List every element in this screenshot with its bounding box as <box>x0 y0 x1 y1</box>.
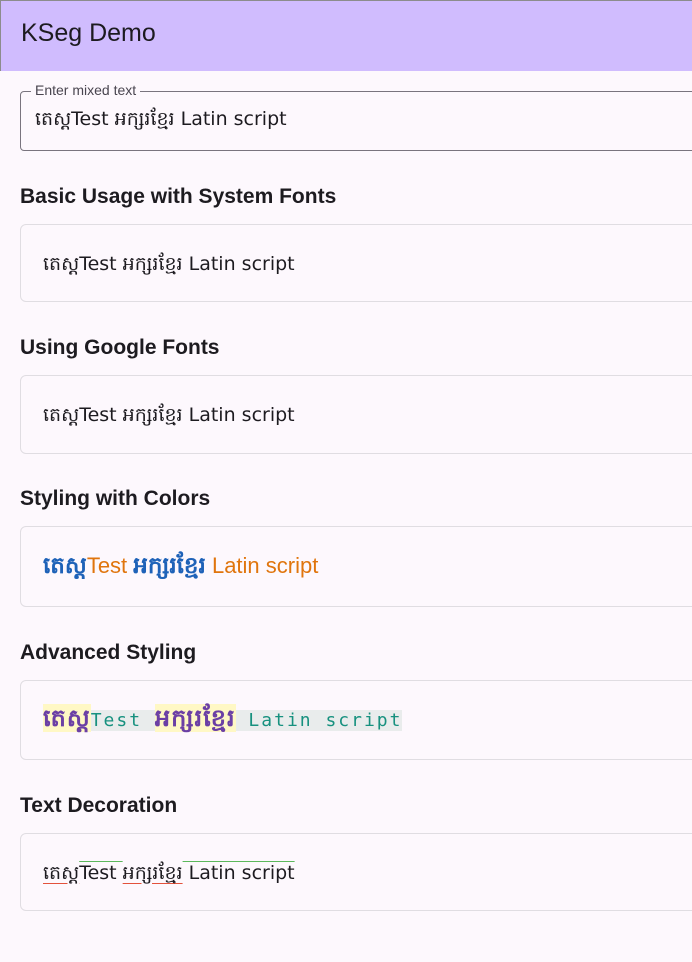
latin-segment: Test <box>86 553 134 578</box>
app-bar: KSeg Demo <box>0 0 692 71</box>
mixed-text-field[interactable]: Enter mixed text <box>20 82 692 151</box>
section-title-google-fonts: Using Google Fonts <box>20 336 220 359</box>
latin-segment: Latin script <box>205 553 319 578</box>
latin-segment: Latin script <box>182 253 295 275</box>
khmer-segment: តេស្ត <box>43 553 87 579</box>
section-title-basic-usage: Basic Usage with System Fonts <box>20 185 337 208</box>
basic-usage-text: តេស្តTest អក្សរខ្មែរ Latin script <box>43 252 295 280</box>
colors-text: តេស្តTest អក្សរខ្មែរ Latin script <box>43 552 318 585</box>
advanced-styling-card: តេស្តTest អក្សរខ្មែរ Latin script <box>20 680 692 760</box>
khmer-segment: តេស្ត <box>43 253 80 275</box>
khmer-segment: អក្សរខ្មែរ <box>122 404 183 426</box>
colors-card: តេស្តTest អក្សរខ្មែរ Latin script <box>20 526 692 607</box>
basic-usage-card: តេស្តTest អក្សរខ្មែរ Latin script <box>20 224 692 302</box>
latin-segment: Test <box>79 253 123 275</box>
latin-segment: Latin script <box>235 710 403 731</box>
google-fonts-card: តេស្តTest អក្សរខ្មែរ Latin script <box>20 375 692 454</box>
khmer-segment: អក្សរខ្មែរ <box>154 704 236 732</box>
latin-segment: Test <box>90 710 155 731</box>
text-decoration-card: តេស្តTest អក្សរខ្មែរ Latin script <box>20 833 692 911</box>
khmer-segment: អក្សរខ្មែរ <box>122 862 183 884</box>
khmer-segment: តេស្ត <box>43 862 80 884</box>
app-title: KSeg Demo <box>21 19 156 47</box>
khmer-segment: តេស្ត <box>43 404 80 426</box>
section-title-advanced-styling: Advanced Styling <box>20 641 197 664</box>
latin-segment: Latin script <box>182 862 295 884</box>
latin-segment: Test <box>79 862 123 884</box>
text-decoration-text: តេស្តTest អក្សរខ្មែរ Latin script <box>43 861 295 889</box>
section-title-colors: Styling with Colors <box>20 487 211 510</box>
advanced-styling-text: តេស្តTest អក្សរខ្មែរ Latin script <box>43 703 403 738</box>
google-fonts-text: តេស្តTest អក្សរខ្មែរ Latin script <box>43 403 295 431</box>
latin-segment: Test <box>79 404 123 426</box>
section-title-text-decoration: Text Decoration <box>20 794 178 817</box>
latin-segment: Latin script <box>182 404 295 426</box>
khmer-segment: តេស្ត <box>43 704 91 732</box>
khmer-segment: អក្សរខ្មែរ <box>133 553 206 579</box>
mixed-text-input[interactable] <box>35 106 675 136</box>
mixed-text-field-label: Enter mixed text <box>31 82 141 98</box>
khmer-segment: អក្សរខ្មែរ <box>122 253 183 275</box>
